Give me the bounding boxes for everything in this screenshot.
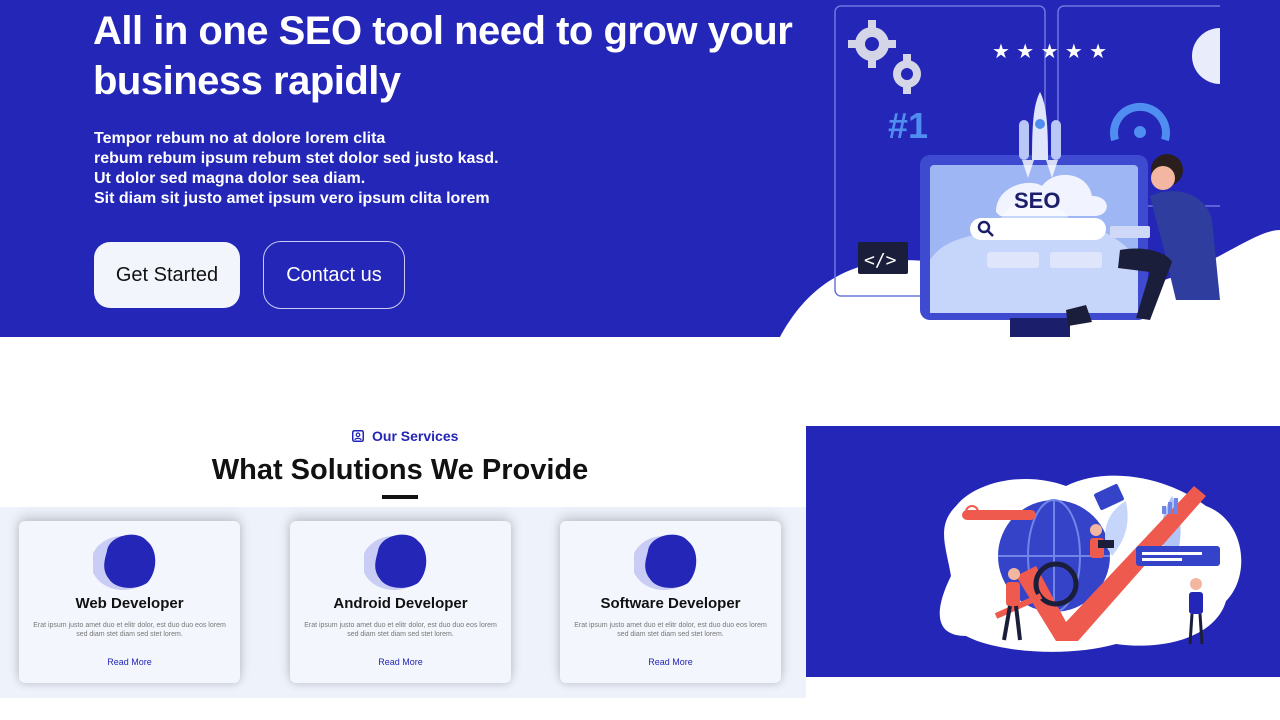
rank-label: #1 bbox=[888, 105, 928, 146]
card-title: Android Developer bbox=[333, 595, 468, 612]
section-heading: What Solutions We Provide bbox=[211, 454, 589, 486]
blob-icon bbox=[634, 534, 697, 590]
get-started-button[interactable]: Get Started bbox=[94, 242, 240, 308]
blob-icon bbox=[364, 534, 427, 590]
gear-icon bbox=[848, 20, 921, 94]
user-badge-icon bbox=[352, 430, 364, 442]
seo-label: SEO bbox=[1014, 188, 1060, 213]
section-label: Our Services bbox=[352, 428, 458, 444]
card-title: Web Developer bbox=[75, 595, 184, 612]
heading-underline bbox=[382, 495, 418, 499]
contact-us-button[interactable]: Contact us bbox=[263, 241, 405, 309]
service-card: Software Developer Erat ipsum justo amet… bbox=[560, 521, 781, 683]
card-description: Erat ipsum justo amet duo et elitr dolor… bbox=[574, 622, 767, 638]
hero-section: All in one SEO tool need to grow your bu… bbox=[0, 0, 1280, 337]
star-icon: ★ ★ ★ ★ ★ bbox=[992, 39, 1107, 63]
marketing-illustration bbox=[939, 475, 1242, 652]
hero-text-line: Sit diam sit justo amet ipsum vero ipsum… bbox=[94, 190, 490, 207]
marketing-illustration-panel bbox=[806, 426, 1280, 677]
service-card: Web Developer Erat ipsum justo amet duo … bbox=[19, 521, 240, 683]
read-more-link[interactable]: Read More bbox=[560, 657, 781, 668]
hero-text-line: Tempor rebum no at dolore lorem clita bbox=[94, 130, 386, 147]
hero-text-line: Ut dolor sed magna dolor sea diam. bbox=[94, 170, 366, 187]
card-title: Software Developer bbox=[600, 595, 741, 612]
read-more-link[interactable]: Read More bbox=[19, 657, 240, 668]
search-bar bbox=[970, 218, 1106, 240]
section-label-text: Our Services bbox=[372, 428, 459, 444]
read-more-link[interactable]: Read More bbox=[290, 657, 511, 668]
card-description: Erat ipsum justo amet duo et elitr dolor… bbox=[304, 622, 497, 638]
hero-title: All in one SEO tool need to grow your bu… bbox=[93, 9, 793, 103]
hero-description: Tempor rebum no at dolore lorem clita re… bbox=[94, 129, 614, 209]
seo-illustration: ★ ★ ★ ★ ★ #1 SEO </> bbox=[834, 5, 1220, 337]
svg-text:</>: </> bbox=[864, 250, 897, 271]
card-description: Erat ipsum justo amet duo et elitr dolor… bbox=[33, 622, 226, 638]
hero-text-line: rebum rebum ipsum rebum stet dolor sed j… bbox=[94, 150, 499, 167]
blob-icon bbox=[93, 534, 156, 590]
service-card: Android Developer Erat ipsum justo amet … bbox=[290, 521, 511, 683]
